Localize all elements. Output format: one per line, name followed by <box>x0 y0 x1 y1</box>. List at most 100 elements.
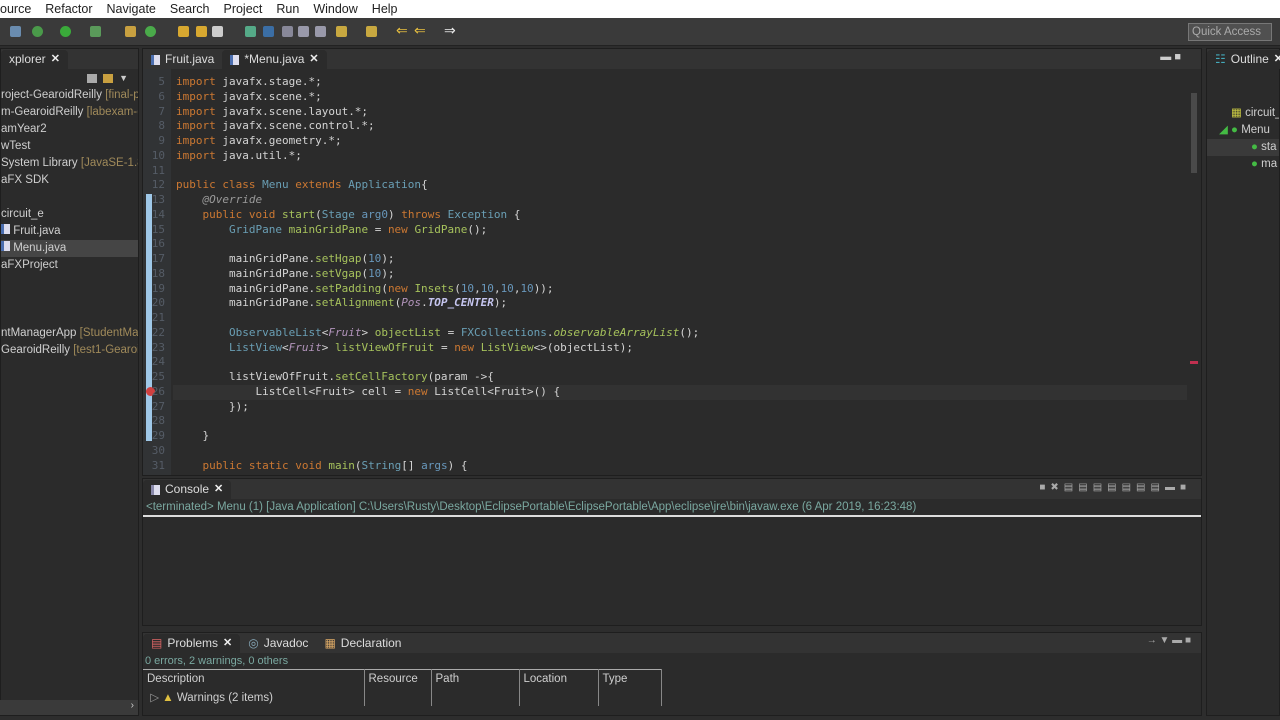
new-class-icon[interactable] <box>145 26 156 37</box>
code-token: import <box>176 89 223 103</box>
forward-icon[interactable]: ⇒ <box>444 22 456 39</box>
tab-menujava[interactable]: *Menu.java ✕ <box>222 50 327 69</box>
line-number: 15 <box>151 222 165 236</box>
outline-title: Outline <box>1230 52 1269 66</box>
external-tools-icon[interactable] <box>90 26 101 37</box>
outline-item-main[interactable]: ● ma <box>1207 156 1279 173</box>
tree-item[interactable]: Fruit.java <box>1 223 138 240</box>
column-header-resource[interactable]: Resource <box>364 669 432 688</box>
tree-item[interactable]: Menu.java <box>1 240 138 257</box>
close-icon[interactable]: ✕ <box>214 480 223 499</box>
tab-declaration[interactable]: ▦ Declaration <box>316 634 409 653</box>
close-icon[interactable]: ✕ <box>51 50 60 69</box>
code-area[interactable]: 5 import javafx.stage.*; 6 import javafx.sc… <box>143 75 1189 475</box>
tree-item[interactable]: amYear2 <box>1 121 138 138</box>
tree-item[interactable]: circuit_e <box>1 206 138 223</box>
outline-label: Menu <box>1241 124 1270 136</box>
problems-summary: 0 errors, 2 warnings, 0 others <box>145 655 289 667</box>
column-header-type[interactable]: Type <box>598 669 662 688</box>
menu-item-search[interactable]: Search <box>170 0 210 18</box>
next-annotation-icon[interactable] <box>336 26 347 37</box>
code-token: setVgap <box>315 266 362 280</box>
open-folder-icon[interactable] <box>196 26 207 37</box>
quick-access-input[interactable]: Quick Access <box>1188 23 1272 41</box>
line-source: listViewOfFruit.setCellFactory(param ->{ <box>176 370 494 385</box>
code-token: public class <box>176 178 263 192</box>
mark-occurrences-icon[interactable] <box>263 26 274 37</box>
tree-item[interactable]: aFX SDK <box>1 172 138 189</box>
new-icon[interactable] <box>32 26 43 37</box>
outline-item-class[interactable]: ◢ ● Menu <box>1207 122 1279 139</box>
error-marker[interactable] <box>1190 361 1198 364</box>
tree-item[interactable] <box>1 308 138 325</box>
show-whitespace-icon[interactable] <box>315 26 326 37</box>
tab-fruitjava[interactable]: Fruit.java <box>143 50 222 69</box>
tree-item[interactable] <box>1 189 138 206</box>
tab-package-explorer[interactable]: xplorer ✕ <box>1 50 68 69</box>
code-token: ( <box>454 281 461 295</box>
menu-item-window[interactable]: Window <box>313 0 357 18</box>
tree-item[interactable]: aFXProject <box>1 257 138 274</box>
explorer-horizontal-scrollbar[interactable]: › <box>0 700 138 715</box>
tree-item[interactable]: GearoidReilly [test1-Gearoid <box>1 342 138 359</box>
last-edit-icon[interactable]: ⇐ <box>396 22 408 39</box>
tree-item[interactable] <box>1 291 138 308</box>
new-java-project-icon[interactable] <box>125 26 136 37</box>
outline-item-start[interactable]: ● sta <box>1207 139 1279 156</box>
java-editor[interactable]: Fruit.java *Menu.java ✕ ▬ ■ 5 import javafx… <box>142 48 1202 476</box>
code-line: 31 public static void main(String[] args… <box>143 459 468 474</box>
table-row[interactable]: ▷ ▲ Warnings (2 items) <box>143 687 662 706</box>
code-token: > <box>361 325 375 339</box>
brush-icon[interactable] <box>212 26 223 37</box>
word-wrap-icon[interactable] <box>298 26 309 37</box>
tab-problems[interactable]: ▤ Problems ✕ <box>143 634 241 653</box>
code-line: 26 ListCell<Fruit> cell = new ListCell<F… <box>143 385 560 400</box>
menu-item-navigate[interactable]: Navigate <box>107 0 156 18</box>
tab-javadoc[interactable]: ◎ Javadoc <box>240 634 316 653</box>
tree-item[interactable]: m-GearoidReilly [labexam-( <box>1 104 138 121</box>
menu-item-ource[interactable]: ource <box>0 0 31 18</box>
column-header-location[interactable]: Location <box>519 669 599 688</box>
open-type-icon[interactable] <box>178 26 189 37</box>
tab-console[interactable]: Console ✕ <box>143 480 232 499</box>
code-token: FXCollections <box>460 325 547 339</box>
line-source: @Override <box>176 193 262 208</box>
outline-label: ma <box>1261 158 1278 170</box>
menu-item-run[interactable]: Run <box>276 0 299 18</box>
column-header-description[interactable]: Description <box>143 669 365 688</box>
back-icon[interactable]: ⇐ <box>414 22 426 39</box>
tree-item[interactable]: wTest <box>1 138 138 155</box>
run-icon[interactable] <box>60 26 71 37</box>
code-token: ( <box>315 207 322 221</box>
column-header-path[interactable]: Path <box>431 669 520 688</box>
tree-item[interactable]: ntManagerApp [StudentMan <box>1 325 138 342</box>
menu-item-help[interactable]: Help <box>372 0 398 18</box>
tab-outline[interactable]: ☷ Outline ✕ <box>1207 50 1280 69</box>
tree-item[interactable] <box>1 274 138 291</box>
menu-bar: ource Refactor Navigate Search Project Run Win… <box>0 0 1280 18</box>
minimize-maximize-icons[interactable]: ▬ ■ <box>1160 51 1181 63</box>
debug-icon[interactable] <box>10 26 21 37</box>
block-selection-icon[interactable] <box>282 26 293 37</box>
close-icon[interactable]: ✕ <box>1274 50 1280 69</box>
tree-item[interactable]: System Library [JavaSE-1.8] <box>1 155 138 172</box>
code-line: 14 public void start(Stage arg0) throws … <box>143 208 521 223</box>
tree-item[interactable]: roject-GearoidReilly [final-p <box>1 87 138 104</box>
scrollbar-thumb[interactable] <box>1191 93 1197 173</box>
menu-item-project[interactable]: Project <box>223 0 262 18</box>
link-editor-icon[interactable] <box>103 73 114 83</box>
close-icon[interactable]: ✕ <box>309 50 318 69</box>
code-token: ObservableList <box>176 325 322 339</box>
view-menu-icon[interactable]: ▼ <box>119 73 128 83</box>
console-toolbar-icons[interactable]: ■✖▤▤▤▤▤▤▤▬■ <box>1039 482 1191 493</box>
toggle-breadcrumb-icon[interactable] <box>245 26 256 37</box>
outline-item-package[interactable]: ▦ circuit_ <box>1207 105 1279 122</box>
view-menu-icons[interactable]: → ▼ ▬ ■ <box>1147 635 1191 646</box>
code-token: mainGridPane. <box>176 296 316 310</box>
close-icon[interactable]: ✕ <box>223 634 232 653</box>
collapse-all-icon[interactable] <box>87 73 98 83</box>
code-line: 20 mainGridPane.setAlignment(Pos.TOP_CEN… <box>143 296 507 311</box>
previous-annotation-icon[interactable] <box>366 26 377 37</box>
tab-label: Problems <box>167 636 219 650</box>
menu-item-refactor[interactable]: Refactor <box>45 0 92 18</box>
